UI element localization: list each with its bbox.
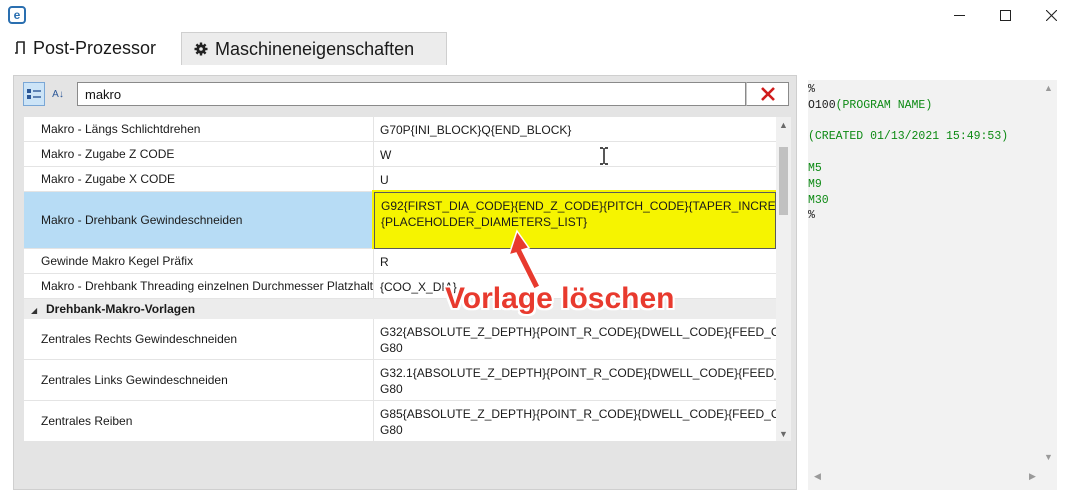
property-value[interactable]: R xyxy=(374,249,776,274)
app-logo-icon: e xyxy=(8,6,26,24)
property-row[interactable]: Gewinde Makro Kegel Präfix R xyxy=(24,249,776,274)
categorized-view-button[interactable] xyxy=(23,82,45,106)
grid-scrollbar[interactable]: ▲ ▼ xyxy=(776,117,791,441)
property-row[interactable]: Makro - Zugabe X CODE U xyxy=(24,167,776,192)
code-token: M5 xyxy=(808,161,822,175)
code-line: M30 xyxy=(808,193,1040,209)
annotation-label: Vorlage löschen xyxy=(445,282,675,315)
scroll-down-icon[interactable]: ▼ xyxy=(1044,452,1053,462)
category-label: Drehbank-Makro-Vorlagen xyxy=(46,302,196,316)
collapse-triangle-icon[interactable]: ◢ xyxy=(31,306,37,315)
close-button[interactable] xyxy=(1028,0,1074,30)
tab-label: Post-Prozessor xyxy=(33,38,157,58)
code-line: (CREATED 01/13/2021 15:49:53) xyxy=(808,129,1040,145)
property-grid: Makro - Längs Schlichtdrehen G70P{INI_BL… xyxy=(24,117,791,441)
property-row-selected[interactable]: Makro - Drehbank Gewindeschneiden G92{FI… xyxy=(24,192,776,249)
property-row[interactable]: Makro - Längs Schlichtdrehen G70P{INI_BL… xyxy=(24,117,776,142)
property-name: Makro - Zugabe X CODE xyxy=(24,167,374,192)
code-token: M30 xyxy=(808,193,829,207)
scroll-left-icon[interactable]: ◀ xyxy=(814,471,821,482)
property-value[interactable]: G85{ABSOLUTE_Z_DEPTH}{POINT_R_CODE}{DWEL… xyxy=(374,401,776,441)
property-name: Makro - Längs Schlichtdrehen xyxy=(24,117,374,142)
property-name: Zentrales Links Gewindeschneiden xyxy=(24,360,374,401)
property-name: Makro - Zugabe Z CODE xyxy=(24,142,374,167)
code-line: M5 xyxy=(808,161,1040,177)
maximize-button[interactable] xyxy=(982,0,1028,30)
maximize-icon xyxy=(999,9,1011,21)
property-row[interactable]: Zentrales Reiben G85{ABSOLUTE_Z_DEPTH}{P… xyxy=(24,401,776,441)
close-icon xyxy=(1045,9,1057,21)
sort-az-icon: A↓ xyxy=(52,88,64,100)
document-icon xyxy=(14,41,26,56)
code-token: M9 xyxy=(808,177,822,191)
code-line: % xyxy=(808,82,1040,98)
tab-label: Maschineneigenschaften xyxy=(215,38,415,59)
clear-search-button[interactable] xyxy=(746,82,789,106)
categorized-list-icon xyxy=(27,89,41,99)
red-x-icon xyxy=(760,87,775,101)
property-value-editor[interactable]: G92{FIRST_DIA_CODE}{END_Z_CODE}{PITCH_CO… xyxy=(374,192,776,249)
property-name: Gewinde Makro Kegel Präfix xyxy=(24,249,374,274)
property-row[interactable]: Zentrales Links Gewindeschneiden G32.1{A… xyxy=(24,360,776,401)
property-row[interactable]: Makro - Zugabe Z CODE W xyxy=(24,142,776,167)
property-name: Makro - Drehbank Threading einzelnen Dur… xyxy=(24,274,374,299)
gear-icon xyxy=(194,42,208,56)
property-name: Zentrales Reiben xyxy=(24,401,374,441)
scroll-thumb[interactable] xyxy=(779,147,788,215)
code-line: O100(PROGRAM NAME) xyxy=(808,98,1040,114)
tab-post-prozessor[interactable]: Post-Prozessor xyxy=(0,32,180,65)
scroll-down-icon[interactable]: ▼ xyxy=(776,426,791,441)
property-value[interactable]: G32.1{ABSOLUTE_Z_DEPTH}{POINT_R_CODE}{DW… xyxy=(374,360,776,401)
code-line: M9 xyxy=(808,177,1040,193)
property-grid-panel: A↓ Makro - Längs Schlichtdrehen G70P{INI… xyxy=(13,75,797,490)
property-name: Makro - Drehbank Gewindeschneiden xyxy=(24,192,374,249)
code-token: (PROGRAM NAME) xyxy=(835,98,933,112)
property-value[interactable]: G32{ABSOLUTE_Z_DEPTH}{POINT_R_CODE}{DWEL… xyxy=(374,319,776,360)
title-bar: e xyxy=(0,0,1075,30)
code-line: % xyxy=(808,208,1040,224)
code-preview-panel[interactable]: % O100(PROGRAM NAME) (CREATED 01/13/2021 1… xyxy=(808,80,1057,490)
property-toolbar: A↓ xyxy=(23,82,789,108)
property-name: Zentrales Rechts Gewindeschneiden xyxy=(24,319,374,360)
text-cursor-icon xyxy=(600,147,608,165)
minimize-button[interactable] xyxy=(936,0,982,30)
scroll-right-icon[interactable]: ▶ xyxy=(1029,471,1036,482)
tab-maschineneigenschaften[interactable]: Maschineneigenschaften xyxy=(181,32,447,65)
scroll-up-icon[interactable]: ▲ xyxy=(1044,83,1053,93)
search-input[interactable] xyxy=(77,82,746,106)
tab-strip: Post-Prozessor Maschineneigenschaften xyxy=(0,30,1075,65)
property-value[interactable]: W xyxy=(374,142,776,167)
code-token: % xyxy=(808,209,815,223)
code-token: (CREATED 01/13/2021 15:49:53) xyxy=(808,130,1009,144)
alphabetical-sort-button[interactable]: A↓ xyxy=(47,82,69,106)
minimize-icon xyxy=(953,14,965,16)
code-token: % xyxy=(808,83,815,96)
property-row[interactable]: Zentrales Rechts Gewindeschneiden G32{AB… xyxy=(24,319,776,360)
scroll-up-icon[interactable]: ▲ xyxy=(776,117,791,132)
code-preview-text: % O100(PROGRAM NAME) (CREATED 01/13/2021 1… xyxy=(808,82,1040,224)
code-token: O100 xyxy=(808,98,836,112)
property-value[interactable]: G70P{INI_BLOCK}Q{END_BLOCK} xyxy=(374,117,776,142)
property-value[interactable]: U xyxy=(374,167,776,192)
